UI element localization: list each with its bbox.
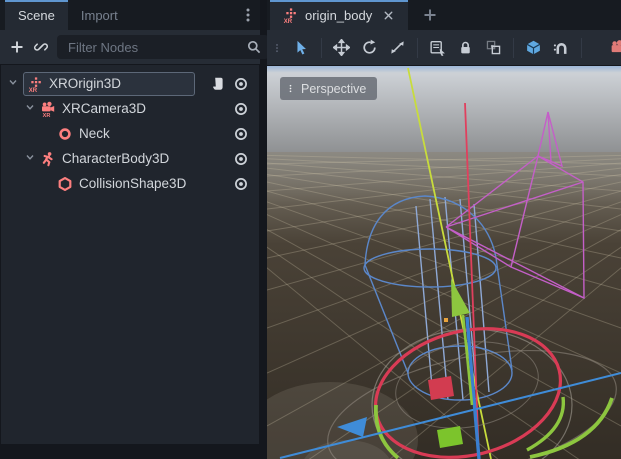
chevron-down-icon[interactable] bbox=[24, 101, 40, 116]
viewport-toolbar bbox=[267, 30, 621, 66]
tab-import[interactable]: Import bbox=[68, 0, 131, 30]
tab-label: Scene bbox=[18, 8, 55, 23]
perspective-label: Perspective bbox=[301, 82, 366, 96]
node-label: XRCamera3D bbox=[62, 101, 146, 116]
tree-row-neck[interactable]: Neck bbox=[1, 121, 259, 146]
toolbar-separator bbox=[581, 38, 582, 58]
toolbar-drag-handle[interactable] bbox=[272, 41, 282, 55]
godot-editor: { "left_panel": { "tabs": [ {"label": "S… bbox=[0, 0, 621, 459]
scene-tree-toolbar bbox=[0, 30, 260, 64]
collision-shape-icon bbox=[57, 176, 73, 192]
scene-dock: Scene Import XR XROrigin3D XR XRCamera3D Neck… bbox=[0, 0, 260, 445]
red-plane-handle[interactable] bbox=[428, 376, 454, 400]
svg-text:XR: XR bbox=[43, 112, 51, 116]
scene-tab-label: origin_body bbox=[305, 8, 372, 23]
scale-tool[interactable] bbox=[389, 39, 406, 56]
move-tool[interactable] bbox=[333, 39, 350, 56]
svg-text:XR: XR bbox=[29, 87, 38, 91]
tree-row-xrcamera3d[interactable]: XR XRCamera3D bbox=[1, 96, 259, 121]
selected-node-box[interactable]: XR XROrigin3D bbox=[23, 72, 195, 96]
toolbar-separator bbox=[513, 38, 514, 58]
snap-toggle[interactable] bbox=[553, 39, 570, 56]
tree-row-xrorigin3d[interactable]: XR XROrigin3D bbox=[1, 71, 259, 96]
lock-button[interactable] bbox=[457, 39, 474, 56]
rotate-tool[interactable] bbox=[361, 39, 378, 56]
node-label: CollisionShape3D bbox=[79, 176, 186, 191]
camera-preview-button[interactable] bbox=[611, 39, 621, 56]
node-label: CharacterBody3D bbox=[62, 151, 169, 166]
instantiate-scene-button[interactable] bbox=[33, 39, 49, 55]
perspective-menu[interactable]: Perspective bbox=[280, 77, 377, 100]
origin-marker bbox=[444, 318, 448, 322]
xr-origin-icon: XR bbox=[28, 76, 44, 92]
local-space-toggle[interactable] bbox=[525, 39, 542, 56]
chevron-down-icon[interactable] bbox=[24, 151, 40, 166]
visibility-toggle[interactable] bbox=[233, 151, 249, 167]
filter-nodes-input[interactable] bbox=[66, 39, 246, 56]
node-label: XROrigin3D bbox=[49, 76, 121, 91]
visibility-toggle[interactable] bbox=[233, 76, 249, 92]
xr-camera-icon: XR bbox=[40, 101, 56, 117]
scene-tabbar: XR origin_body bbox=[267, 0, 621, 30]
filter-nodes-box bbox=[57, 35, 269, 59]
character-body-icon bbox=[40, 151, 56, 167]
search-icon bbox=[246, 39, 262, 55]
add-scene-tab-button[interactable] bbox=[422, 7, 438, 23]
tab-label: Import bbox=[81, 8, 118, 23]
node-label: Neck bbox=[79, 126, 110, 141]
toolbar-separator bbox=[417, 38, 418, 58]
visibility-toggle[interactable] bbox=[233, 126, 249, 142]
tree-row-collisionshape3d[interactable]: CollisionShape3D bbox=[1, 171, 259, 196]
visibility-toggle[interactable] bbox=[233, 101, 249, 117]
scene-tab-origin_body[interactable]: XR origin_body bbox=[270, 0, 408, 30]
script-icon[interactable] bbox=[210, 76, 226, 92]
list-select-tool[interactable] bbox=[429, 39, 446, 56]
scene-dock-tabbar: Scene Import bbox=[0, 0, 260, 30]
marker-icon bbox=[57, 126, 73, 142]
tab-scene[interactable]: Scene bbox=[5, 0, 68, 30]
group-button[interactable] bbox=[485, 39, 502, 56]
close-tab-icon[interactable] bbox=[382, 9, 395, 22]
xr-origin-icon: XR bbox=[283, 7, 299, 23]
main-dock: XR origin_body bbox=[267, 0, 621, 459]
add-node-button[interactable] bbox=[9, 39, 25, 55]
toolbar-separator bbox=[321, 38, 322, 58]
visibility-toggle[interactable] bbox=[233, 176, 249, 192]
select-tool[interactable] bbox=[293, 39, 310, 56]
3d-scene bbox=[267, 66, 621, 459]
dock-menu-icon[interactable] bbox=[240, 7, 256, 23]
scene-tree: XR XROrigin3D XR XRCamera3D Neck CharacterBod… bbox=[0, 64, 260, 445]
chevron-down-icon[interactable] bbox=[7, 76, 23, 91]
vertical-dots-icon bbox=[286, 82, 295, 95]
3d-viewport[interactable]: Perspective bbox=[267, 66, 621, 459]
tree-row-characterbody3d[interactable]: CharacterBody3D bbox=[1, 146, 259, 171]
svg-text:XR: XR bbox=[284, 19, 293, 23]
